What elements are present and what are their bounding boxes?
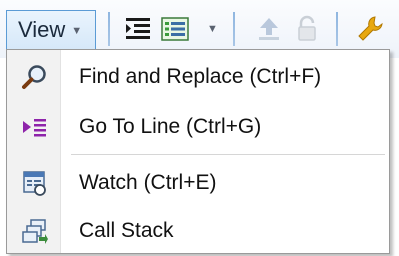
menu-item-call-stack[interactable]: Call Stack	[9, 208, 387, 254]
menu-item-go-to-line[interactable]: Go To Line (Ctrl+G)	[9, 104, 387, 150]
menu-separator	[71, 154, 385, 155]
view-menu-button[interactable]: View ▼	[6, 10, 96, 50]
toolbar-separator	[233, 12, 235, 46]
indent-icon[interactable]	[124, 14, 154, 44]
list-view-icon[interactable]	[160, 14, 190, 44]
toolbar-separator	[108, 12, 110, 46]
wrench-icon[interactable]	[356, 14, 386, 44]
magnifier-icon	[22, 65, 46, 89]
menu-item-label: Call Stack	[79, 219, 174, 242]
call-stack-icon	[22, 219, 48, 244]
upload-icon[interactable]	[254, 14, 284, 44]
watch-icon	[23, 171, 46, 196]
menu-item-label: Go To Line (Ctrl+G)	[79, 115, 262, 138]
menu-item-find-replace[interactable]: Find and Replace (Ctrl+F)	[9, 54, 387, 100]
chevron-down-icon: ▼	[71, 25, 83, 37]
chevron-down-icon[interactable]: ▼	[207, 23, 218, 35]
menu-item-label: Watch (Ctrl+E)	[79, 171, 217, 194]
menu-item-label: Find and Replace (Ctrl+F)	[79, 65, 322, 88]
view-menu-label: View	[18, 17, 66, 42]
toolbar-separator	[336, 12, 338, 46]
goto-line-icon	[23, 119, 46, 137]
menu-item-watch[interactable]: Watch (Ctrl+E)	[9, 160, 387, 206]
lock-icon[interactable]	[292, 14, 322, 44]
view-dropdown-menu: Find and Replace (Ctrl+F) Go To Line (Ct…	[6, 49, 390, 254]
